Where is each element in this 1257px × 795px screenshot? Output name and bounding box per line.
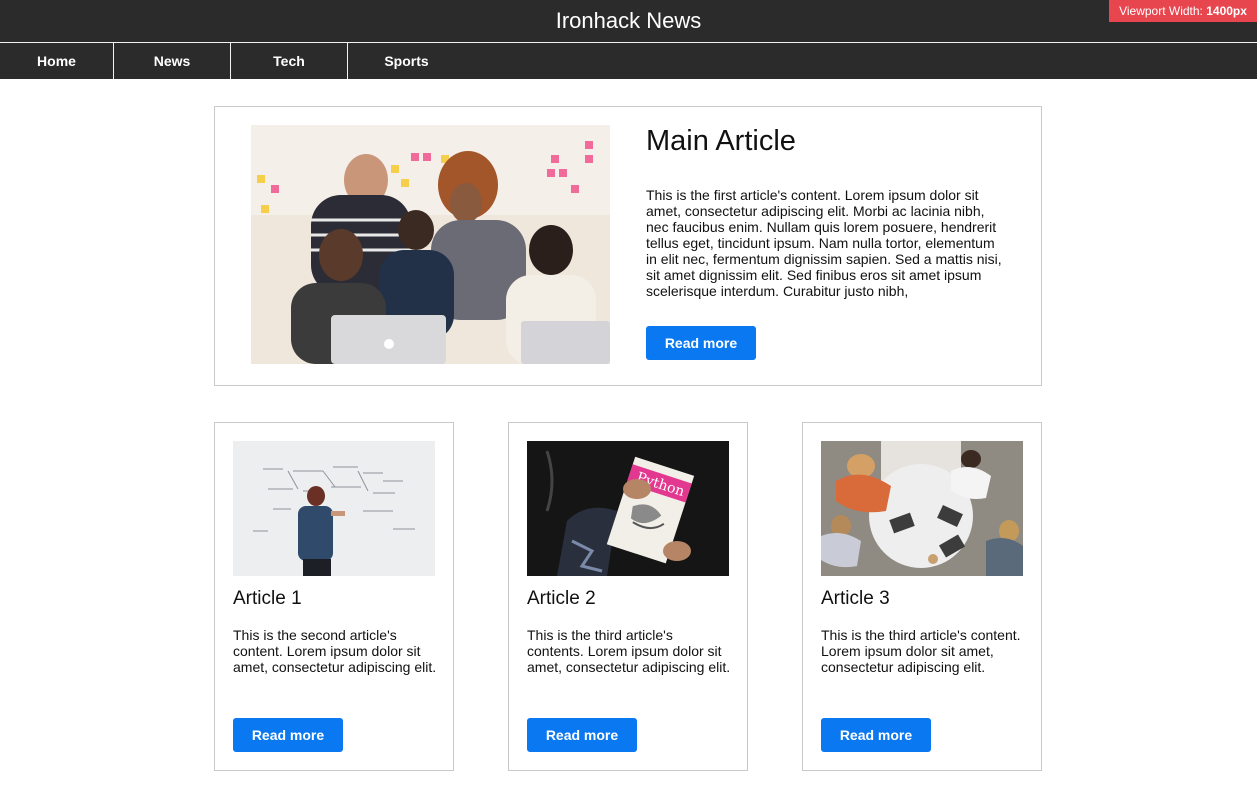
site-title: Ironhack News [555,8,702,33]
article-1-title: Article 1 [233,588,302,609]
main-article-body: This is the first article's content. Lor… [646,187,1002,299]
top-header: Ironhack News Viewport Width: 1400px [0,0,1257,42]
article-3-body: This is the third article's content. Lor… [821,627,1021,675]
article-1-image [233,441,435,576]
main-article-read-more-button[interactable]: Read more [646,326,756,360]
article-3-read-more-button[interactable]: Read more [821,718,931,752]
article-1-body: This is the second article's content. Lo… [233,627,437,675]
main-article-title: Main Article [646,125,796,157]
article-2-read-more-button[interactable]: Read more [527,718,637,752]
nav-item-home[interactable]: Home [0,43,114,79]
article-2-title: Article 2 [527,588,596,609]
main-article-image [251,125,610,364]
viewport-label: Viewport Width: [1119,4,1203,18]
viewport-value: 1400px [1206,4,1247,18]
article-1-read-more-button[interactable]: Read more [233,718,343,752]
article-3-image [821,441,1023,576]
article-card-1: Article 1 This is the second article's c… [214,422,454,771]
nav-item-sports[interactable]: Sports [348,43,465,79]
article-card-2: Python Article 2 This is the third artic… [508,422,748,771]
nav-item-news[interactable]: News [114,43,231,79]
nav-item-tech[interactable]: Tech [231,43,348,79]
article-2-body: This is the third article's contents. Lo… [527,627,731,675]
article-3-title: Article 3 [821,588,890,609]
nav-bar: Home News Tech Sports [0,42,1257,79]
article-2-image: Python [527,441,729,576]
main-article-card: Main Article This is the first article's… [214,106,1042,386]
viewport-width-badge: Viewport Width: 1400px [1109,0,1257,22]
article-card-3: Article 3 This is the third article's co… [802,422,1042,771]
